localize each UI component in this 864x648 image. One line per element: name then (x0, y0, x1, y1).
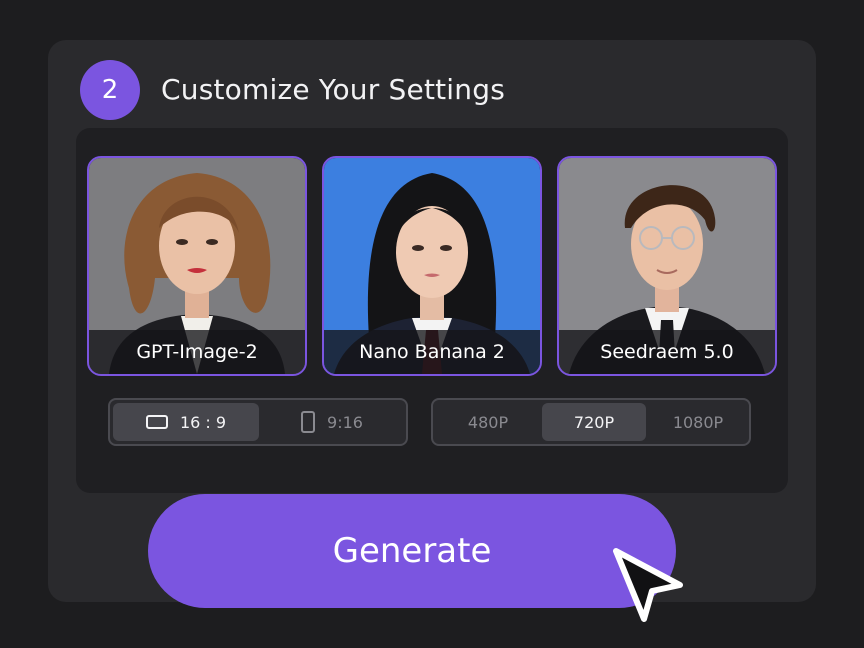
landscape-icon (145, 415, 168, 429)
portrait-icon (301, 411, 316, 433)
resolution-1080p-option[interactable]: 1080P (648, 403, 748, 441)
aspect-ratio-selector: 16 : 9 9:16 (108, 398, 408, 446)
aspect-ratio-label: 16 : 9 (179, 412, 227, 432)
resolution-720p-option[interactable]: 720P (542, 403, 646, 441)
resolution-480p-option[interactable]: 480P (436, 403, 540, 441)
section-title: Customize Your Settings (161, 73, 505, 106)
model-label: Seedraem 5.0 (559, 330, 775, 374)
step-number-badge: 2 (80, 60, 140, 120)
generate-button[interactable]: Generate (148, 494, 676, 608)
model-card-seedraem-5-0[interactable]: Seedraem 5.0 (557, 156, 777, 376)
model-card-nano-banana-2[interactable]: Nano Banana 2 (322, 156, 542, 376)
model-label: GPT-Image-2 (89, 330, 305, 374)
resolution-selector: 480P 720P 1080P (431, 398, 751, 446)
aspect-ratio-9-16-option[interactable]: 9:16 (261, 403, 403, 441)
mouse-pointer-icon (613, 548, 683, 622)
aspect-ratio-16-9-option[interactable]: 16 : 9 (113, 403, 259, 441)
aspect-ratio-label: 9:16 (327, 412, 363, 432)
model-card-gpt-image-2[interactable]: GPT-Image-2 (87, 156, 307, 376)
model-label: Nano Banana 2 (324, 330, 540, 374)
